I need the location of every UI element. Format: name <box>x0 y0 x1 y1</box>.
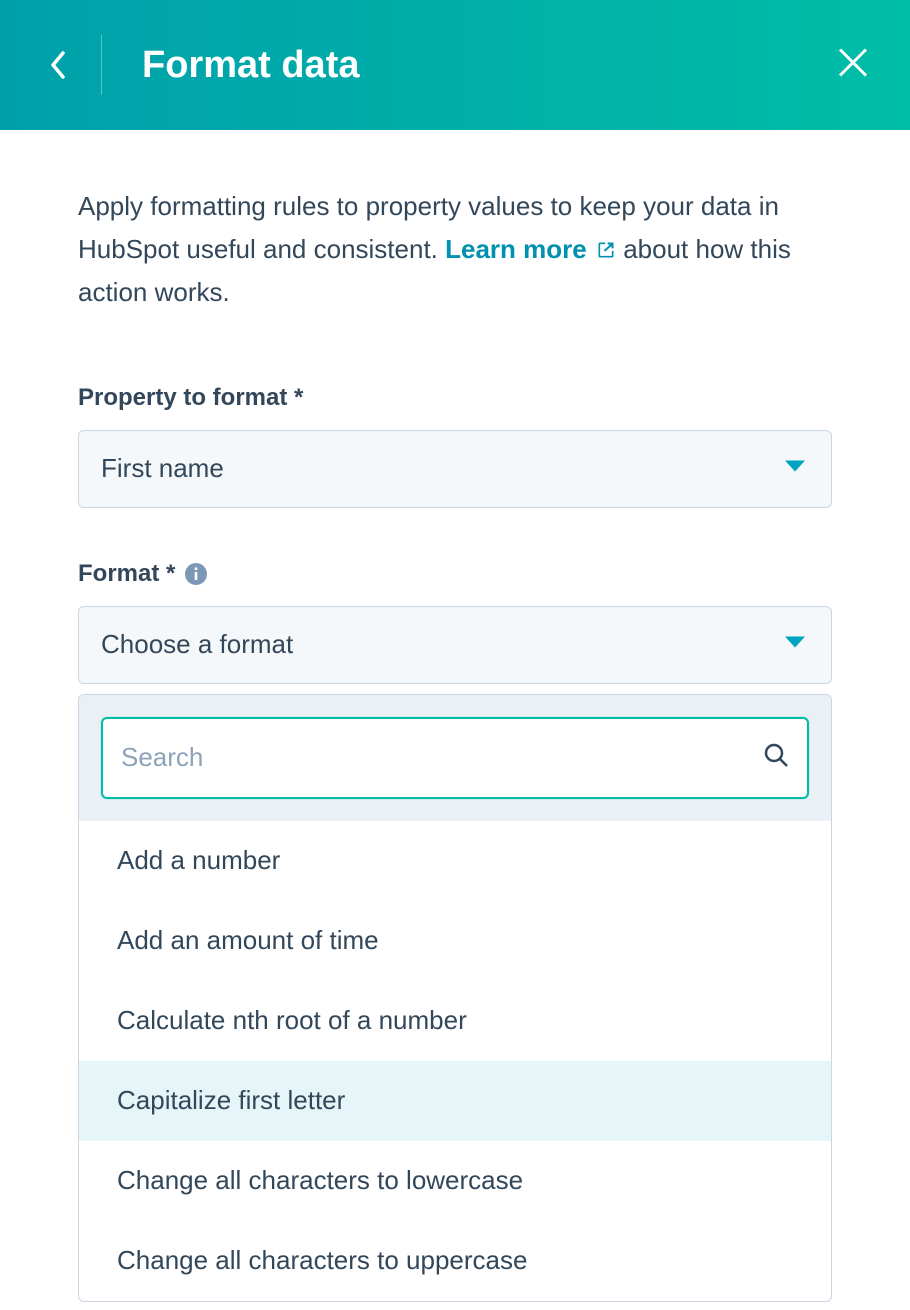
property-select-value: First name <box>101 453 224 484</box>
panel-header: Format data <box>0 0 910 130</box>
property-label: Property to format * <box>78 384 832 412</box>
format-select-placeholder: Choose a format <box>101 629 293 660</box>
format-dropdown: Add a number Add an amount of time Calcula… <box>78 694 832 1302</box>
learn-more-link[interactable]: Learn more <box>445 234 616 264</box>
panel-body: Apply formatting rules to property value… <box>0 130 910 1302</box>
format-option[interactable]: Calculate nth root of a number <box>79 981 831 1061</box>
format-option[interactable]: Change all characters to uppercase <box>79 1221 831 1301</box>
intro-text: Apply formatting rules to property value… <box>78 185 832 314</box>
info-icon <box>185 563 207 585</box>
format-option-label: Add an amount of time <box>117 925 379 956</box>
format-field: Format * Choose a format Add a numberAdd… <box>78 560 832 1302</box>
property-field: Property to format * First name <box>78 384 832 508</box>
format-label: Format * <box>78 560 832 588</box>
format-option-label: Calculate nth root of a number <box>117 1005 467 1036</box>
back-button[interactable] <box>50 51 101 79</box>
format-option[interactable]: Change all characters to lowercase <box>79 1141 831 1221</box>
format-option-label: Capitalize first letter <box>117 1085 345 1116</box>
caret-down-icon <box>783 458 807 479</box>
format-option[interactable]: Capitalize first letter <box>79 1061 831 1141</box>
close-icon <box>836 46 870 80</box>
format-option[interactable]: Add an amount of time <box>79 901 831 981</box>
external-link-icon <box>596 240 616 260</box>
format-option-label: Change all characters to uppercase <box>117 1245 527 1276</box>
property-select[interactable]: First name <box>78 430 832 508</box>
caret-down-icon <box>783 634 807 655</box>
format-option[interactable]: Add a number <box>79 821 831 901</box>
header-divider <box>101 35 102 95</box>
search-input[interactable] <box>121 742 763 773</box>
format-select[interactable]: Choose a format <box>78 606 832 684</box>
format-option-label: Change all characters to lowercase <box>117 1165 523 1196</box>
format-options-list: Add a number Add an amount of time Calcula… <box>79 821 831 1301</box>
format-info-button[interactable] <box>185 563 207 585</box>
format-option-label: Add a number <box>117 845 280 876</box>
search-box[interactable] <box>101 717 809 799</box>
panel-title: Format data <box>142 44 359 87</box>
search-container <box>79 695 831 821</box>
format-label-text: Format * <box>78 560 175 588</box>
chevron-left-icon <box>50 51 66 79</box>
close-button[interactable] <box>836 46 870 85</box>
search-icon <box>763 742 789 773</box>
learn-more-label: Learn more <box>445 234 587 264</box>
